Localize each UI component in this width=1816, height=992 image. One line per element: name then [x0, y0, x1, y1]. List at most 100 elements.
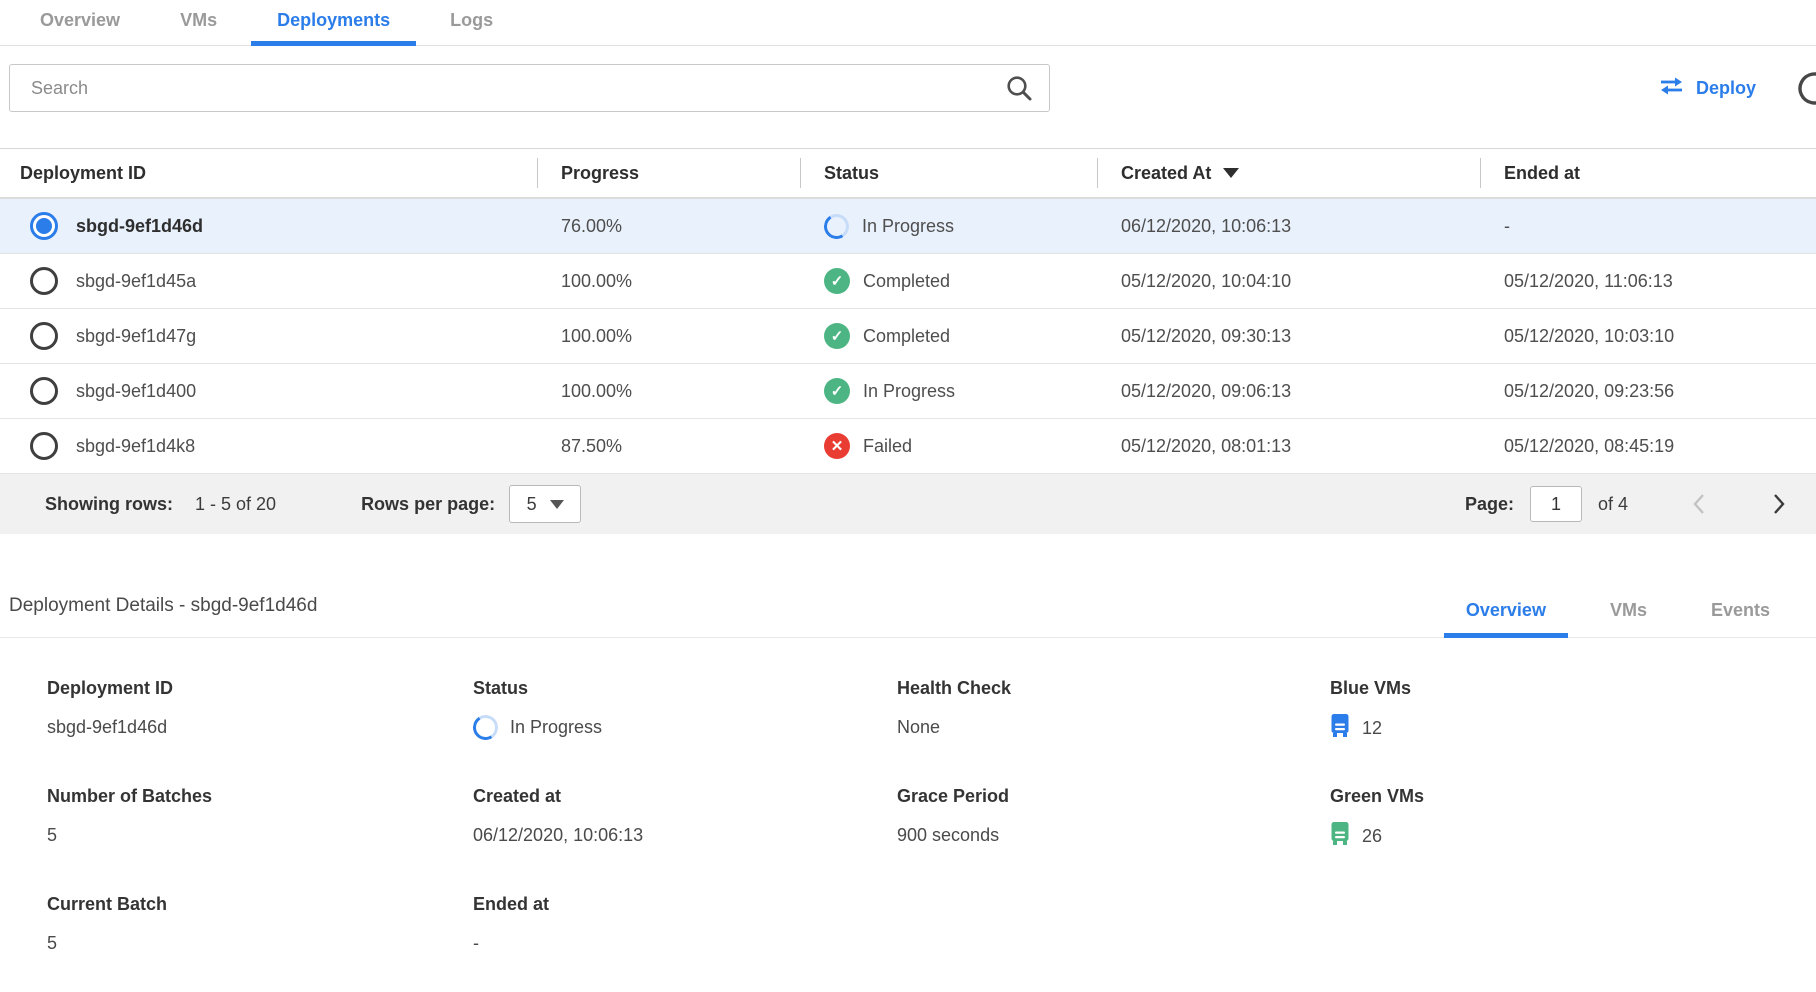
field-label: Number of Batches [47, 786, 473, 807]
in-progress-spinner-icon [471, 712, 501, 742]
deployment-id: sbgd-9ef1d47g [76, 326, 196, 347]
deploy-button[interactable]: Deploy [1658, 77, 1756, 100]
showing-rows-value: 1 - 5 of 20 [195, 494, 276, 515]
field-blue-vms: Blue VMs 12 [1330, 678, 1816, 742]
page-number-input[interactable] [1530, 486, 1582, 522]
rows-per-page-label: Rows per page: [361, 494, 495, 515]
row-radio[interactable] [30, 267, 58, 295]
progress-value: 76.00% [537, 216, 800, 237]
column-label: Ended at [1504, 163, 1580, 184]
field-value: - [473, 930, 897, 956]
deployment-id: sbgd-9ef1d4k8 [76, 436, 195, 457]
details-title: Deployment Details - sbgd-9ef1d46d [9, 595, 317, 637]
field-label: Created at [473, 786, 897, 807]
details-header: Deployment Details - sbgd-9ef1d46d Overv… [0, 588, 1816, 638]
vm-server-icon [1330, 822, 1350, 850]
search-box [9, 64, 1050, 112]
field-label: Grace Period [897, 786, 1330, 807]
search-icon [1005, 74, 1033, 107]
tab-overview[interactable]: Overview [10, 0, 150, 45]
created-at-value: 06/12/2020, 10:06:13 [1097, 216, 1480, 237]
top-tabbar: Overview VMs Deployments Logs [0, 0, 1816, 46]
table-row[interactable]: sbgd-9ef1d46d 76.00% In Progress 06/12/2… [0, 199, 1816, 254]
tab-deployments[interactable]: Deployments [247, 0, 420, 45]
pagination: Page: of 4 [1465, 486, 1816, 522]
ended-at-value: 05/12/2020, 11:06:13 [1480, 271, 1816, 292]
row-radio[interactable] [30, 377, 58, 405]
field-grace-period: Grace Period 900 seconds [897, 786, 1330, 850]
ended-at-value: 05/12/2020, 10:03:10 [1480, 326, 1816, 347]
deployment-id: sbgd-9ef1d46d [76, 216, 203, 237]
field-value: 5 [47, 930, 473, 956]
rows-per-page-select[interactable]: 5 [509, 485, 581, 523]
ended-at-value: 05/12/2020, 08:45:19 [1480, 436, 1816, 457]
created-at-value: 05/12/2020, 09:30:13 [1097, 326, 1480, 347]
field-created-at: Created at 06/12/2020, 10:06:13 [473, 786, 897, 850]
progress-value: 100.00% [537, 381, 800, 402]
deployments-table: Deployment ID Progress Status Created At… [0, 148, 1816, 534]
table-row[interactable]: sbgd-9ef1d47g 100.00% ✓ Completed 05/12/… [0, 309, 1816, 364]
deployment-id: sbgd-9ef1d45a [76, 271, 196, 292]
progress-value: 87.50% [537, 436, 800, 457]
column-label: Status [824, 163, 879, 184]
status-label: Completed [863, 326, 950, 347]
field-label: Deployment ID [47, 678, 473, 699]
details-tab-overview[interactable]: Overview [1434, 588, 1578, 637]
in-progress-spinner-icon [822, 211, 852, 241]
column-header-created-at[interactable]: Created At [1097, 149, 1480, 197]
ended-at-value: 05/12/2020, 09:23:56 [1480, 381, 1816, 402]
row-radio[interactable] [30, 322, 58, 350]
deployment-details-section: Deployment Details - sbgd-9ef1d46d Overv… [0, 588, 1816, 956]
column-header-progress[interactable]: Progress [537, 149, 800, 197]
field-value: In Progress [510, 717, 602, 738]
tab-logs[interactable]: Logs [420, 0, 523, 45]
table-row[interactable]: sbgd-9ef1d400 100.00% ✓ In Progress 05/1… [0, 364, 1816, 419]
caret-down-icon [550, 500, 564, 509]
tab-vms[interactable]: VMs [150, 0, 247, 45]
vm-server-icon [1330, 714, 1350, 742]
status-label: Failed [863, 436, 912, 457]
created-at-value: 05/12/2020, 10:04:10 [1097, 271, 1480, 292]
progress-value: 100.00% [537, 271, 800, 292]
table-row[interactable]: sbgd-9ef1d4k8 87.50% ✕ Failed 05/12/2020… [0, 419, 1816, 474]
deployment-id: sbgd-9ef1d400 [76, 381, 196, 402]
field-value: sbgd-9ef1d46d [47, 714, 473, 740]
ended-at-value: - [1480, 216, 1816, 237]
field-label: Health Check [897, 678, 1330, 699]
row-radio-selected[interactable] [30, 212, 58, 240]
completed-check-icon: ✓ [824, 268, 850, 294]
column-header-deployment-id[interactable]: Deployment ID [0, 149, 537, 197]
page-total: of 4 [1598, 494, 1628, 515]
refresh-icon[interactable] [1794, 67, 1816, 109]
field-status: Status In Progress [473, 678, 897, 742]
field-health-check: Health Check None [897, 678, 1330, 742]
completed-check-icon: ✓ [824, 323, 850, 349]
field-label: Current Batch [47, 894, 473, 915]
table-header-row: Deployment ID Progress Status Created At… [0, 149, 1816, 199]
sort-desc-icon [1223, 168, 1239, 178]
search-input[interactable] [9, 64, 1050, 112]
field-deployment-id: Deployment ID sbgd-9ef1d46d [47, 678, 473, 742]
next-page-button[interactable] [1768, 491, 1790, 517]
field-green-vms: Green VMs 26 [1330, 786, 1816, 850]
created-at-value: 05/12/2020, 08:01:13 [1097, 436, 1480, 457]
details-tab-events[interactable]: Events [1679, 588, 1802, 637]
details-tabbar: Overview VMs Events [1434, 588, 1802, 637]
row-radio[interactable] [30, 432, 58, 460]
status-label: In Progress [863, 381, 955, 402]
deploy-label: Deploy [1696, 78, 1756, 99]
previous-page-button[interactable] [1688, 491, 1710, 517]
field-label: Ended at [473, 894, 897, 915]
field-value: None [897, 714, 1330, 740]
column-label: Progress [561, 163, 639, 184]
column-label: Created At [1121, 163, 1211, 184]
column-header-status[interactable]: Status [800, 149, 1097, 197]
failed-x-icon: ✕ [824, 433, 850, 459]
toolbar-actions: Deploy [1658, 67, 1816, 109]
rows-per-page-value: 5 [527, 494, 537, 515]
column-header-ended-at[interactable]: Ended at [1480, 149, 1816, 197]
deployments-page: Overview VMs Deployments Logs [0, 0, 1816, 992]
details-tab-vms[interactable]: VMs [1578, 588, 1679, 637]
table-row[interactable]: sbgd-9ef1d45a 100.00% ✓ Completed 05/12/… [0, 254, 1816, 309]
field-label: Blue VMs [1330, 678, 1816, 699]
